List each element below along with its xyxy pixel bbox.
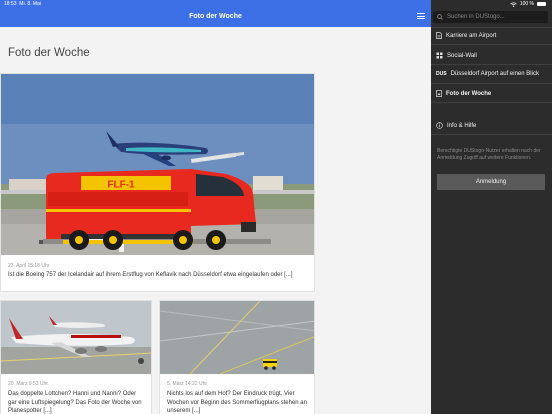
status-time: 18:53 xyxy=(4,1,17,7)
card-text: Nichts los auf dem Hof? Der Eindruck trü… xyxy=(167,391,307,414)
card-date: 5. März 14:22 Uhr xyxy=(167,381,208,387)
divider xyxy=(431,83,552,84)
photo-card-3[interactable]: 5. März 14:22 Uhr Nichts los auf dem Hof… xyxy=(159,300,315,414)
status-bar: 18:53 Mi. 8. Mai 100 % xyxy=(0,0,552,9)
wifi-icon xyxy=(510,1,517,7)
sidebar-item-label: Düsseldorf Airport auf einen Blick xyxy=(450,71,539,77)
divider xyxy=(431,102,552,103)
sidebar-item-social-wall[interactable]: Social-Wall xyxy=(436,52,477,59)
divider xyxy=(431,44,552,45)
battery-percentage: 100 % xyxy=(519,1,534,7)
dus-logo-icon: DUS xyxy=(436,71,447,77)
sidebar-item-info-hilfe[interactable]: Info & Hilfe xyxy=(436,122,476,129)
divider xyxy=(431,27,552,28)
grid-icon xyxy=(436,52,443,59)
sidebar-item-label: Karriere am Airport xyxy=(446,32,497,39)
battery-icon xyxy=(537,2,546,6)
search-input[interactable]: Suchen in DUStogo... xyxy=(433,11,548,23)
card-text: Das doppelte Lottchen? Hanni und Nanni? … xyxy=(8,391,142,414)
divider xyxy=(431,64,552,65)
login-button[interactable]: Anmeldung xyxy=(437,174,545,190)
hamburger-menu-icon[interactable] xyxy=(417,13,425,20)
sidebar-item-label: Social-Wall xyxy=(447,52,477,59)
status-date: Mi. 8. Mai xyxy=(19,1,41,7)
login-info-text: Berechtigte DUStogo-Nutzer erhalten nach… xyxy=(437,148,541,161)
sidebar-item-label: Foto der Woche xyxy=(446,90,492,97)
card-date: 23. April 15:18 Uhr xyxy=(8,263,50,269)
photo-card-1[interactable]: FLF-1 23. April 15:18 Uhr Ist die Boeing… xyxy=(0,73,315,292)
card-text: Ist die Boeing 757 der Icelandair auf ih… xyxy=(8,272,293,278)
card-date: 20. März 9:53 Uhr xyxy=(8,381,49,387)
main-content: Foto der Woche Foto der Woche FLF-1 23. … xyxy=(0,0,431,414)
info-icon xyxy=(436,122,443,129)
photo-icon xyxy=(436,90,442,97)
sidebar-item-label: Info & Hilfe xyxy=(447,122,477,129)
photo-card-2[interactable]: 20. März 9:53 Uhr Das doppelte Lottchen?… xyxy=(0,300,152,414)
status-indicators: 100 % xyxy=(510,1,546,7)
sidebar xyxy=(431,0,552,414)
search-icon xyxy=(437,14,443,20)
photo-apron-vehicle xyxy=(160,301,314,374)
photo-two-airplanes xyxy=(1,301,151,374)
photo-fire-truck: FLF-1 xyxy=(1,74,314,255)
divider xyxy=(431,134,552,135)
search-placeholder: Suchen in DUStogo... xyxy=(447,14,505,20)
document-icon xyxy=(436,32,442,39)
truck-label: FLF-1 xyxy=(107,180,135,191)
header-title: Foto der Woche xyxy=(189,13,242,20)
sidebar-item-karriere[interactable]: Karriere am Airport xyxy=(436,32,496,39)
status-time-date: 18:53 Mi. 8. Mai xyxy=(4,1,41,7)
sidebar-item-dus-auf-einen-blick[interactable]: DUS Düsseldorf Airport auf einen Blick xyxy=(436,71,539,77)
sidebar-item-foto-der-woche[interactable]: Foto der Woche xyxy=(436,90,491,97)
page-title: Foto der Woche xyxy=(8,47,90,59)
